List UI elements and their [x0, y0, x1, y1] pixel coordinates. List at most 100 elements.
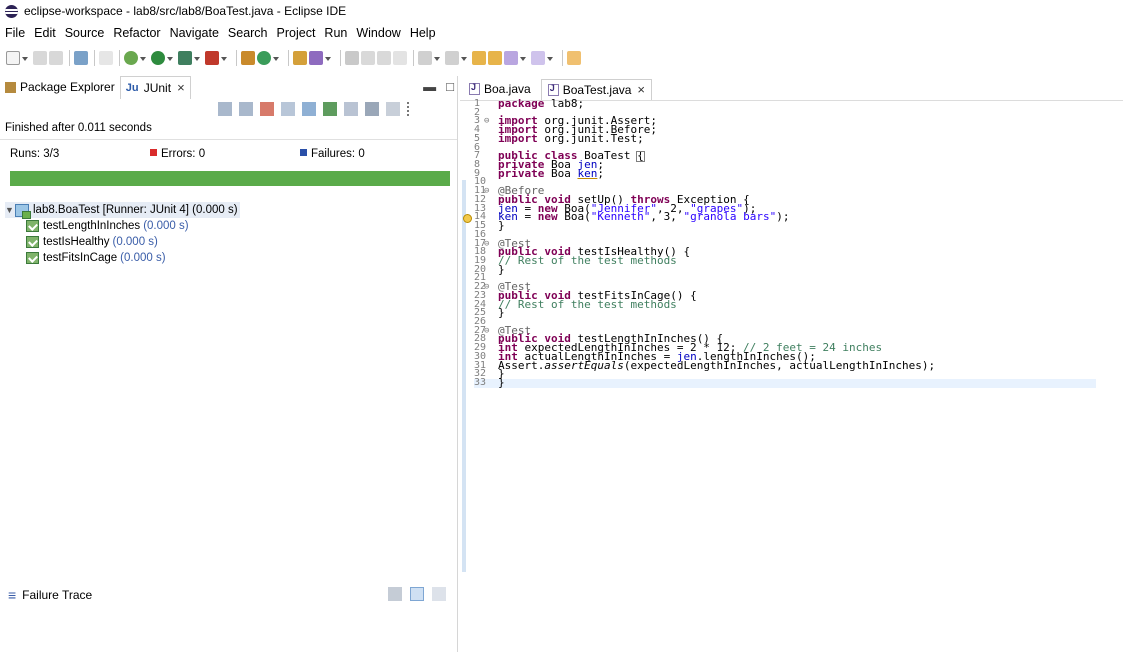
tree-item[interactable]: testIsHealthy (0.000 s) [5, 234, 240, 250]
search-icon[interactable] [309, 51, 323, 65]
rerun-failed-icon[interactable] [323, 102, 337, 116]
forward-dropdown-icon[interactable] [547, 51, 553, 65]
tab-label: Boa.java [484, 82, 531, 96]
package-explorer-icon [5, 81, 16, 93]
show-failures-only-icon[interactable] [260, 102, 274, 116]
failures-label: Failures: [311, 148, 356, 160]
warning-icon[interactable] [463, 214, 472, 223]
sash[interactable] [457, 76, 458, 652]
java-file-icon [547, 83, 559, 96]
menu-file[interactable]: File [5, 26, 25, 40]
menu-window[interactable]: Window [356, 26, 400, 40]
rerun-icon[interactable] [302, 102, 316, 116]
forward-icon[interactable] [531, 51, 545, 65]
save-all-icon[interactable] [49, 51, 63, 65]
copy-trace-icon[interactable] [432, 587, 446, 601]
back-dropdown-icon[interactable] [520, 51, 526, 65]
fold-icon[interactable]: ⊖ [484, 117, 489, 126]
previous-annotation-dropdown-icon[interactable] [461, 51, 467, 65]
view-menu-icon[interactable] [386, 102, 400, 116]
new-class-dropdown-icon[interactable] [273, 51, 279, 65]
external-tools-dropdown-icon[interactable] [221, 51, 227, 65]
forward-history-icon[interactable] [488, 51, 502, 65]
menu-run[interactable]: Run [324, 26, 347, 40]
menu-search[interactable]: Search [228, 26, 268, 40]
next-failure-icon[interactable] [218, 102, 232, 116]
menu-source[interactable]: Source [65, 26, 105, 40]
last-edit-location-icon[interactable] [472, 51, 486, 65]
annotation-icon[interactable] [345, 51, 359, 65]
open-type-icon[interactable] [293, 51, 307, 65]
code-text: , 3, [650, 210, 684, 224]
title-bar: eclipse-workspace - lab8/src/lab8/BoaTes… [0, 0, 1123, 22]
list-icon: ≡ [8, 587, 17, 603]
field: ken [577, 166, 598, 180]
run-icon[interactable] [151, 51, 165, 65]
menu-project[interactable]: Project [277, 26, 316, 40]
search-dropdown-icon[interactable] [325, 51, 331, 65]
string: "granola bars" [683, 210, 777, 224]
tree-item[interactable]: testLengthInInches (0.000 s) [5, 218, 240, 234]
skip-breakpoints-icon[interactable] [99, 51, 113, 65]
previous-failure-icon[interactable] [239, 102, 253, 116]
failures-value: 0 [358, 148, 365, 160]
save-icon[interactable] [33, 51, 47, 65]
compare-results-icon[interactable] [388, 587, 402, 601]
chevron-down-icon[interactable]: ▼ [5, 205, 15, 215]
code-editor[interactable]: 1 package lab8; 2 3 ⊖ import org.junit.Asse… [474, 98, 1096, 388]
new-dropdown-icon[interactable] [22, 51, 28, 65]
junit-toolbar [218, 100, 415, 118]
current-line[interactable]: 33} [474, 377, 1096, 388]
stop-icon[interactable] [344, 102, 358, 116]
tree-item[interactable]: testFitsInCage (0.000 s) [5, 250, 240, 266]
tree-root[interactable]: ▼ lab8.BoaTest [Runner: JUnit 4] (0.000 … [5, 202, 240, 219]
editor-ruler [462, 180, 466, 572]
console-icon[interactable] [74, 51, 88, 65]
line-number: 33 [474, 377, 487, 388]
errors-value: 0 [198, 148, 206, 160]
tab-boa-java[interactable]: Boa.java [463, 79, 537, 99]
history-icon[interactable] [365, 102, 379, 116]
tab-label: Package Explorer [20, 80, 115, 94]
run-dropdown-icon[interactable] [167, 51, 173, 65]
test-name: testLengthInInches [43, 220, 141, 232]
java-file-icon [469, 82, 480, 95]
main-toolbar [0, 46, 1123, 70]
minimize-icon[interactable]: ▬ [423, 79, 436, 94]
close-icon[interactable]: × [637, 82, 645, 97]
debug-dropdown-icon[interactable] [140, 51, 146, 65]
scroll-lock-icon[interactable] [281, 102, 295, 116]
new-class-icon[interactable] [257, 51, 271, 65]
menu-help[interactable]: Help [410, 26, 436, 40]
new-icon[interactable] [6, 51, 20, 65]
back-icon[interactable] [504, 51, 518, 65]
next-annotation-dropdown-icon[interactable] [434, 51, 440, 65]
test-passed-icon [26, 252, 39, 264]
runs-label: Runs: [10, 148, 41, 160]
failure-icon [300, 149, 307, 156]
run-status: Finished after 0.011 seconds [5, 122, 152, 134]
previous-annotation-icon[interactable] [445, 51, 459, 65]
debug-icon[interactable] [124, 51, 138, 65]
test-time: (0.000 s) [143, 220, 189, 232]
code-text: } [498, 219, 505, 233]
toggle-block-icon[interactable] [377, 51, 391, 65]
pin-editor-icon[interactable] [567, 51, 581, 65]
menu-edit[interactable]: Edit [34, 26, 56, 40]
coverage-icon[interactable] [178, 51, 192, 65]
tab-package-explorer[interactable]: Package Explorer [0, 76, 120, 98]
runs-value: 3/3 [43, 148, 60, 160]
toggle-mark-icon[interactable] [361, 51, 375, 65]
filter-stack-icon[interactable] [410, 587, 424, 601]
close-icon[interactable]: × [177, 80, 185, 95]
show-whitespace-icon[interactable] [393, 51, 407, 65]
menu-refactor[interactable]: Refactor [113, 26, 160, 40]
new-java-project-icon[interactable] [241, 51, 255, 65]
next-annotation-icon[interactable] [418, 51, 432, 65]
tab-junit[interactable]: Ju JUnit × [119, 75, 191, 99]
more-icon[interactable] [407, 102, 415, 116]
external-tools-icon[interactable] [205, 51, 219, 65]
menu-navigate[interactable]: Navigate [170, 26, 219, 40]
coverage-dropdown-icon[interactable] [194, 51, 200, 65]
maximize-icon[interactable]: □ [446, 79, 454, 94]
